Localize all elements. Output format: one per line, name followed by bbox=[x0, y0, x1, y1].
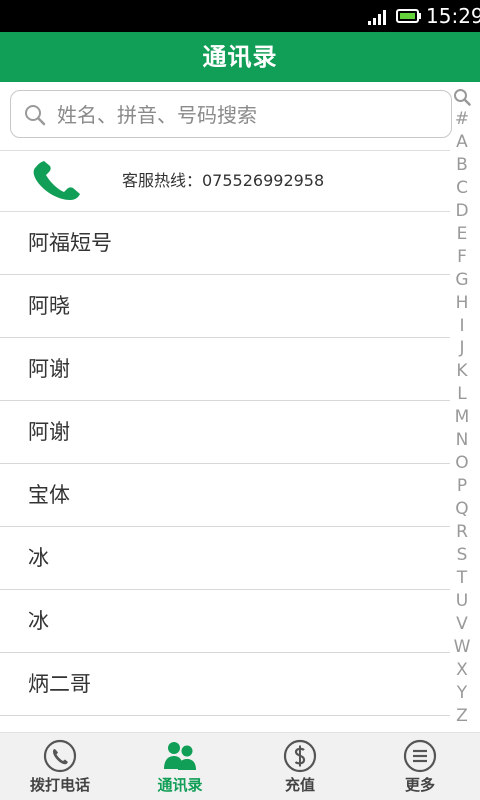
signal-icon bbox=[368, 10, 386, 25]
alphabet-index[interactable]: # A B C D E F G H I J K L M N O P Q R S … bbox=[451, 88, 473, 726]
index-search-icon[interactable] bbox=[453, 88, 471, 106]
nav-label: 充值 bbox=[284, 776, 315, 794]
battery-icon bbox=[396, 9, 421, 23]
index-letter[interactable]: B bbox=[456, 155, 468, 175]
index-letter[interactable]: F bbox=[457, 247, 467, 267]
index-letter[interactable]: J bbox=[459, 338, 464, 358]
index-letter[interactable]: V bbox=[456, 614, 468, 634]
contacts-icon bbox=[164, 742, 196, 770]
nav-label: 拨打电话 bbox=[29, 776, 90, 794]
search-box[interactable] bbox=[10, 90, 452, 138]
contact-item[interactable]: 阿福短号 bbox=[0, 212, 450, 275]
clock: 15:29 bbox=[426, 4, 480, 28]
phone-icon bbox=[33, 161, 80, 200]
dollar-icon bbox=[283, 739, 317, 773]
nav-label: 通讯录 bbox=[157, 776, 203, 794]
contact-item[interactable]: 阿谢 bbox=[0, 401, 450, 464]
search-icon bbox=[25, 105, 46, 126]
index-letter[interactable]: A bbox=[456, 132, 468, 152]
customer-service-hotline[interactable]: 客服热线：075526992958 bbox=[0, 150, 450, 212]
index-letter[interactable]: Q bbox=[455, 499, 468, 519]
bottom-navigation: 拨打电话 通讯录 充值 更多 bbox=[0, 732, 480, 800]
index-letter[interactable]: G bbox=[455, 270, 468, 290]
menu-icon bbox=[403, 739, 437, 773]
index-letter[interactable]: E bbox=[457, 224, 468, 244]
contact-item[interactable]: 阿谢 bbox=[0, 338, 450, 401]
index-letter[interactable]: X bbox=[456, 660, 468, 680]
index-letter[interactable]: H bbox=[456, 293, 469, 313]
index-letter[interactable]: O bbox=[455, 453, 468, 473]
index-letter[interactable]: W bbox=[454, 637, 471, 657]
contact-item[interactable]: 冰 bbox=[0, 527, 450, 590]
index-letter[interactable]: U bbox=[456, 591, 468, 611]
index-letter[interactable]: Z bbox=[456, 706, 468, 726]
index-letter[interactable]: K bbox=[456, 361, 467, 381]
contact-item[interactable]: 冰 bbox=[0, 590, 450, 653]
phone-circle-icon bbox=[43, 739, 77, 773]
index-letter[interactable]: P bbox=[457, 476, 467, 496]
nav-label: 更多 bbox=[404, 776, 435, 794]
index-letter[interactable]: # bbox=[455, 109, 469, 129]
hotline-label: 客服热线：075526992958 bbox=[122, 171, 325, 190]
search-input[interactable] bbox=[55, 95, 439, 135]
contact-item[interactable]: 阿晓 bbox=[0, 275, 450, 338]
nav-recharge[interactable]: 充值 bbox=[240, 733, 360, 800]
index-letter[interactable]: S bbox=[457, 545, 468, 565]
index-letter[interactable]: N bbox=[456, 430, 469, 450]
nav-dial[interactable]: 拨打电话 bbox=[0, 733, 120, 800]
index-letter[interactable]: M bbox=[455, 407, 470, 427]
index-letter[interactable]: C bbox=[456, 178, 468, 198]
index-letter[interactable]: L bbox=[457, 384, 466, 404]
index-letter[interactable]: R bbox=[456, 522, 468, 542]
contact-list: 阿福短号 阿晓 阿谢 阿谢 宝体 冰 冰 炳二哥 bbox=[0, 212, 450, 716]
index-letter[interactable]: T bbox=[457, 568, 467, 588]
page-title: 通讯录 bbox=[0, 32, 480, 82]
nav-contacts[interactable]: 通讯录 bbox=[120, 733, 240, 800]
index-letter[interactable]: Y bbox=[457, 683, 467, 703]
index-letter[interactable]: D bbox=[455, 201, 468, 221]
nav-more[interactable]: 更多 bbox=[360, 733, 480, 800]
index-letter[interactable]: I bbox=[459, 316, 464, 336]
contact-item[interactable]: 宝体 bbox=[0, 464, 450, 527]
status-bar: 15:29 bbox=[0, 0, 480, 32]
contact-item[interactable]: 炳二哥 bbox=[0, 653, 450, 716]
